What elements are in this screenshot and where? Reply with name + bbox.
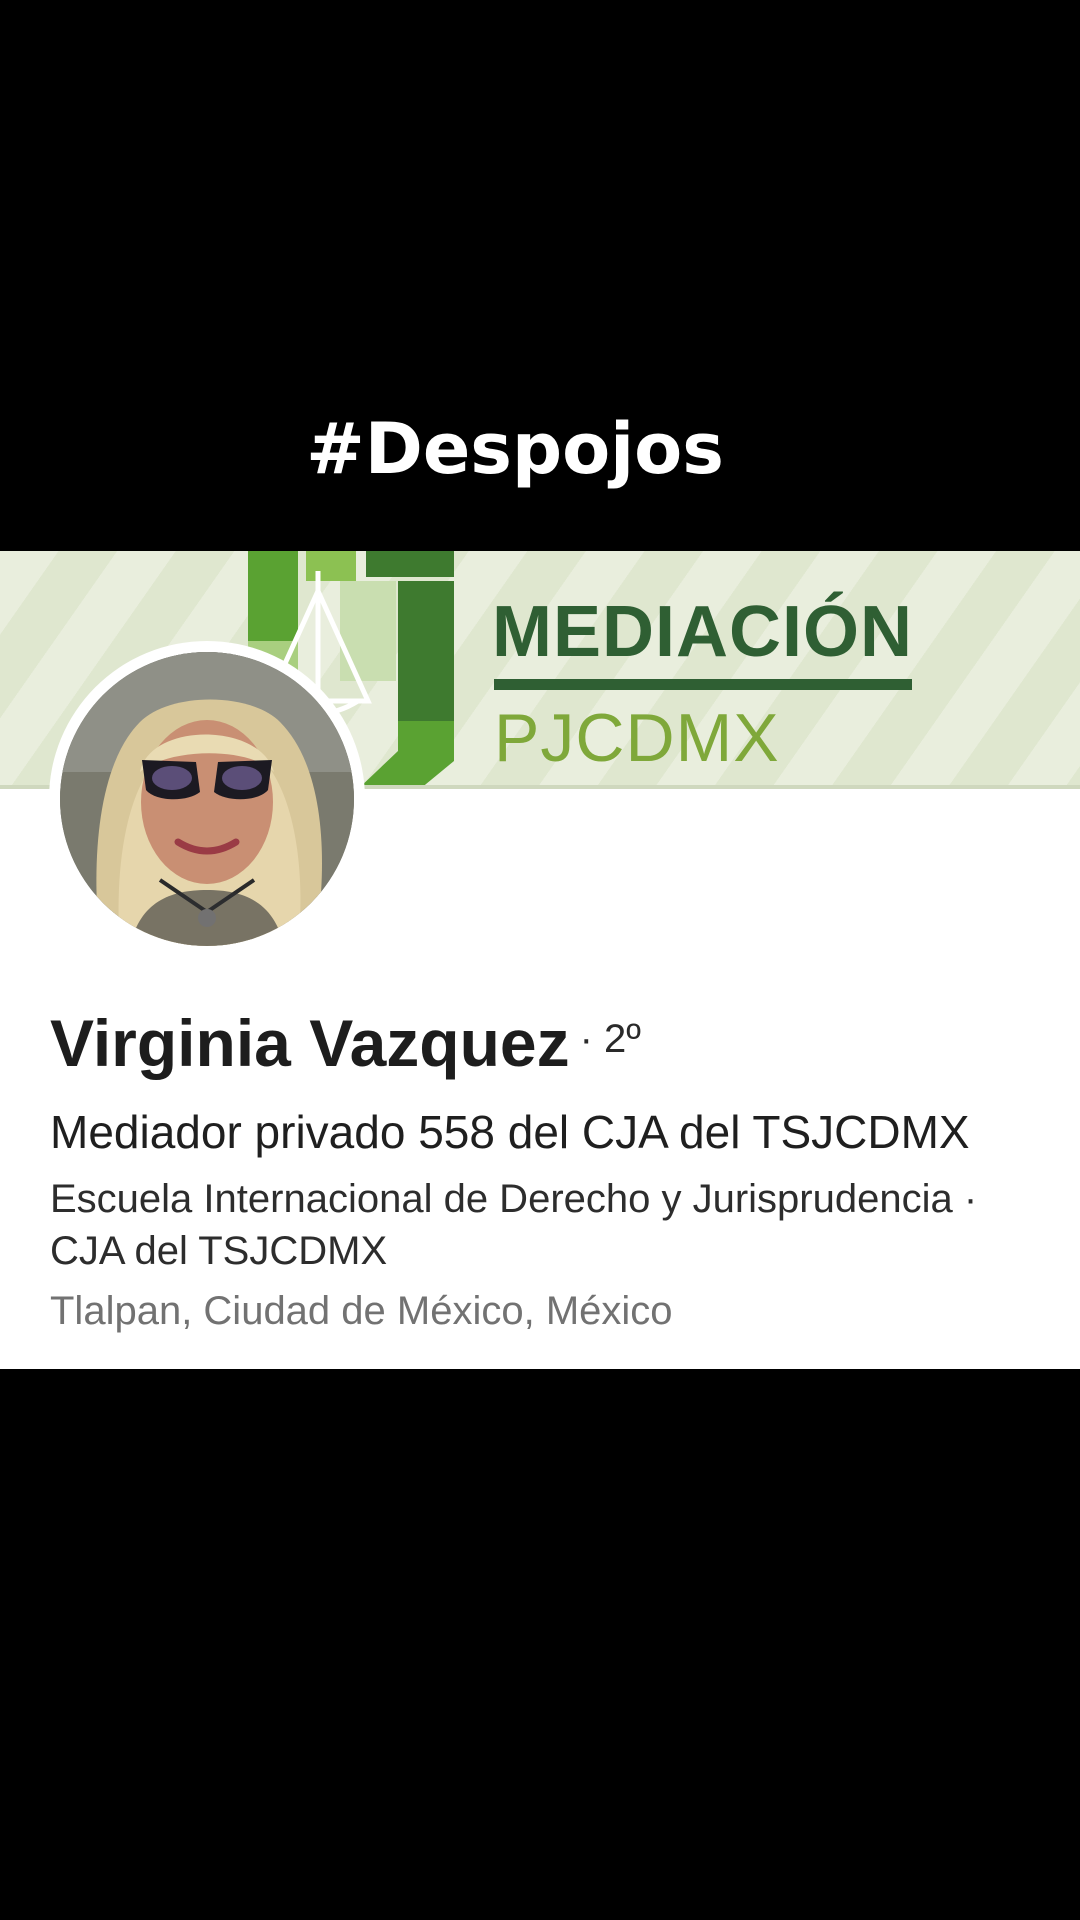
- profile-card: MEDIACIÓN PJCDMX Virginia Vazquez · 2º M…: [0, 551, 1080, 1369]
- name-row: Virginia Vazquez · 2º: [50, 1005, 641, 1081]
- profile-name[interactable]: Virginia Vazquez: [50, 1006, 570, 1080]
- video-frame: #Despojos MEDIACIÓN PJCDMX Virginia Vazq…: [0, 0, 1080, 1920]
- banner-subtitle: PJCDMX: [494, 700, 780, 776]
- avatar[interactable]: [60, 652, 354, 946]
- banner-title: MEDIACIÓN: [492, 592, 913, 672]
- avatar-ring[interactable]: [49, 641, 365, 957]
- education-line: Escuela Internacional de Derecho y Juris…: [50, 1177, 978, 1221]
- education-line: CJA del TSJCDMX: [50, 1229, 388, 1273]
- profile-location: Tlalpan, Ciudad de México, México: [50, 1289, 673, 1333]
- profile-education[interactable]: Escuela Internacional de Derecho y Juris…: [50, 1173, 1080, 1277]
- profile-headline: Mediador privado 558 del CJA del TSJCDMX: [50, 1106, 970, 1158]
- banner-divider: [494, 679, 912, 690]
- profile-photo-icon: [60, 652, 354, 946]
- connection-degree: · 2º: [579, 1017, 641, 1061]
- hashtag-caption: #Despojos: [306, 408, 724, 490]
